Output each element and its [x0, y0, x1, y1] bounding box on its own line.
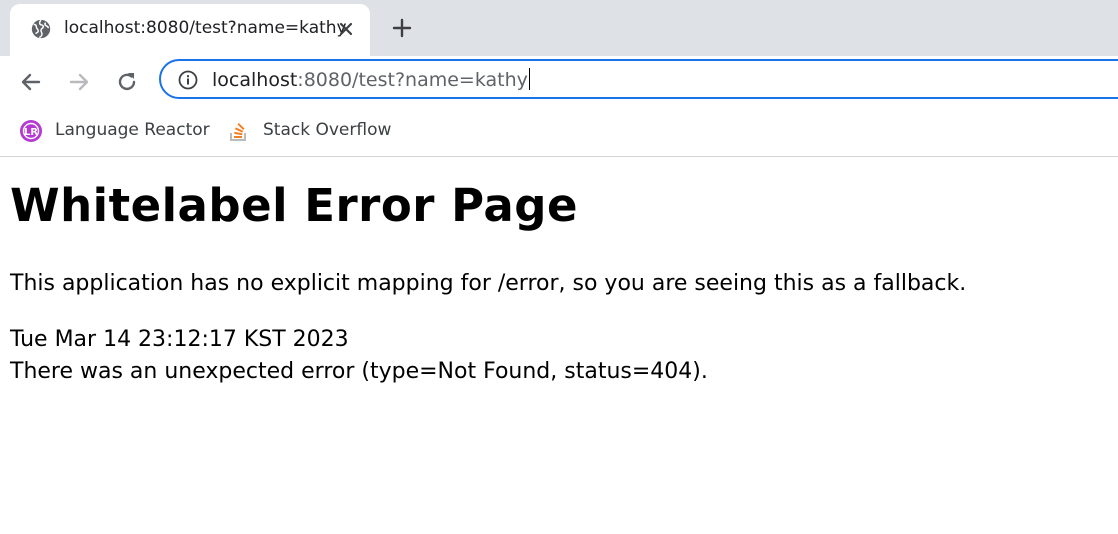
info-icon[interactable] [178, 70, 198, 90]
reload-icon[interactable] [113, 68, 141, 96]
text-caret [528, 68, 530, 90]
forward-icon[interactable] [65, 68, 93, 96]
bookmark-language-reactor[interactable]: LR Language Reactor [19, 117, 210, 147]
error-timestamp: Tue Mar 14 23:12:17 KST 2023 [10, 327, 349, 352]
tab-title: localhost:8080/test?name=kathy [64, 18, 347, 38]
bookmark-label: Language Reactor [55, 120, 210, 140]
back-icon[interactable] [17, 68, 45, 96]
bookmark-label: Stack Overflow [263, 120, 392, 140]
bookmarks-bar: LR Language Reactor Stack Overflow [0, 110, 1118, 157]
close-icon[interactable] [336, 19, 356, 39]
new-tab-icon[interactable] [391, 17, 413, 39]
page-title: Whitelabel Error Page [10, 179, 579, 232]
globe-icon [31, 19, 51, 39]
error-details: There was an unexpected error (type=Not … [10, 359, 708, 384]
language-reactor-icon: LR [20, 120, 42, 142]
url-host: localhost [212, 69, 298, 91]
url-path: :8080/test?name=kathy [297, 69, 528, 91]
tab-strip: localhost:8080/test?name=kathy [0, 0, 1118, 56]
error-message: This application has no explicit mapping… [10, 271, 967, 296]
svg-text:LR: LR [24, 127, 38, 138]
stack-overflow-icon [230, 122, 246, 141]
url-text[interactable]: localhost:8080/test?name=kathy [212, 68, 530, 91]
active-tab[interactable]: localhost:8080/test?name=kathy [10, 4, 370, 56]
bookmark-stack-overflow[interactable]: Stack Overflow [227, 117, 392, 147]
toolbar: localhost:8080/test?name=kathy [0, 56, 1118, 110]
address-bar[interactable]: localhost:8080/test?name=kathy [159, 59, 1118, 99]
